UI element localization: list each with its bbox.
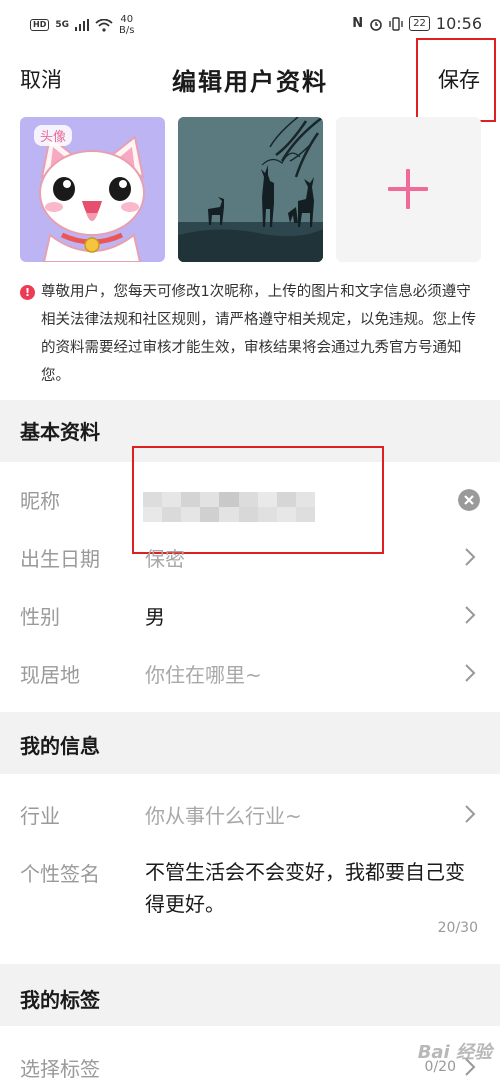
deer-landscape-image <box>178 117 323 262</box>
avatar-tag: 头像 <box>34 125 73 146</box>
speed-unit: B/s <box>119 25 135 36</box>
avatar-photo[interactable]: 头像 <box>20 117 165 262</box>
section-basic: 基本资料 <box>0 400 500 462</box>
warning-icon: ! <box>20 285 35 300</box>
birthday-label: 出生日期 <box>20 547 100 571</box>
clear-icon[interactable] <box>458 489 480 511</box>
signature-label: 个性签名 <box>20 862 100 886</box>
add-photo-button[interactable] <box>336 117 481 262</box>
notice-block: ! 尊敬用户，您每天可修改1次昵称，上传的图片和文字信息必须遵守相关法律法规和社… <box>20 278 480 390</box>
chevron-right-icon <box>465 664 476 682</box>
location-row[interactable]: 现居地 你住在哪里~ <box>0 644 500 702</box>
wifi-icon <box>95 18 113 32</box>
industry-value: 你从事什么行业~ <box>145 804 302 828</box>
battery-indicator: 22 <box>409 16 430 31</box>
industry-row[interactable]: 行业 你从事什么行业~ <box>0 785 500 843</box>
nav-header: 取消 编辑用户资料 保存 <box>0 50 500 105</box>
birthday-value: 保密 <box>145 547 185 571</box>
tags-label: 选择标签 <box>20 1057 100 1081</box>
location-value: 你住在哪里~ <box>145 663 262 687</box>
section-tags: 我的标签 <box>0 964 500 1026</box>
network-speed: 40 B/s <box>119 14 134 36</box>
section-tags-title: 我的标签 <box>20 988 100 1012</box>
birthday-row[interactable]: 出生日期 保密 <box>0 528 500 586</box>
gender-row[interactable]: 性别 男 <box>0 586 500 644</box>
hd-badge: HD <box>30 19 50 31</box>
status-left: HD 5G 40 B/s <box>30 14 134 36</box>
plus-icon <box>388 169 428 209</box>
signature-row[interactable]: 个性签名 不管生活会不会变好，我都要自己变得更好。 20/30 <box>0 848 500 948</box>
page-title: 编辑用户资料 <box>172 68 328 96</box>
deer-photo[interactable] <box>178 117 323 262</box>
gender-label: 性别 <box>20 605 60 629</box>
location-label: 现居地 <box>20 663 80 687</box>
section-info-title: 我的信息 <box>20 734 100 758</box>
nickname-label: 昵称 <box>20 489 60 513</box>
photo-row: 头像 <box>20 117 481 262</box>
save-button[interactable]: 保存 <box>438 64 480 94</box>
signature-count: 20/30 <box>437 920 478 936</box>
baidu-watermark: Bai 经验 <box>417 1042 492 1063</box>
industry-label: 行业 <box>20 804 60 828</box>
gender-value: 男 <box>145 605 165 629</box>
section-basic-title: 基本资料 <box>20 420 100 444</box>
chevron-right-icon <box>465 606 476 624</box>
nickname-row[interactable]: 昵称 <box>0 470 500 528</box>
chevron-right-icon <box>465 548 476 566</box>
speed-value: 40 <box>120 14 134 25</box>
clock-time: 10:56 <box>435 14 482 33</box>
status-bar: HD 5G 40 B/s N 22 10:56 <box>0 0 500 50</box>
signal-5g-label: 5G <box>55 20 69 30</box>
signature-text[interactable]: 不管生活会不会变好，我都要自己变得更好。 <box>145 856 475 920</box>
section-info: 我的信息 <box>0 712 500 774</box>
status-right: N 22 10:56 <box>352 14 482 33</box>
vibrate-icon <box>389 16 403 31</box>
nfc-icon: N <box>352 16 364 31</box>
notice-text: 尊敬用户，您每天可修改1次昵称，上传的图片和文字信息必须遵守相关法律法规和社区规… <box>41 284 476 384</box>
chevron-right-icon <box>465 805 476 823</box>
alarm-icon <box>370 18 382 31</box>
nickname-blurred-value[interactable] <box>143 492 315 522</box>
cellular-signal-icon <box>75 19 89 31</box>
